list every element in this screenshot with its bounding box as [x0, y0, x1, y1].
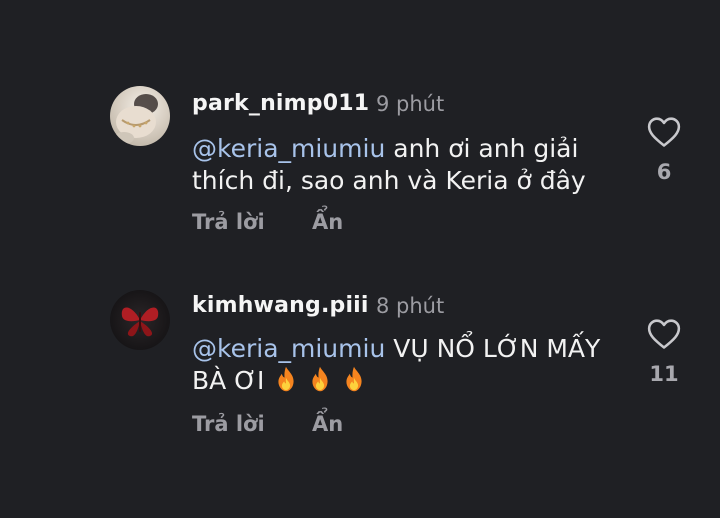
comment-text: @keria_miumiu VỤ NỔ LỚN MẤY BÀ ƠI	[192, 333, 632, 397]
like-control: 6	[646, 116, 682, 184]
heart-icon[interactable]	[647, 318, 681, 350]
fire-emoji-icon	[278, 366, 294, 392]
avatar[interactable]	[110, 86, 170, 146]
fire-emoji-icon	[346, 366, 362, 392]
mention-link[interactable]: @keria_miumiu	[192, 334, 385, 363]
like-count: 6	[656, 160, 672, 184]
username[interactable]: kimhwang.piii	[192, 293, 369, 318]
hide-button[interactable]: Ẩn	[312, 210, 343, 234]
timestamp: 8 phút	[376, 294, 445, 318]
comment-actions: Trả lời Ẩn	[192, 412, 383, 436]
comment-actions: Trả lời Ẩn	[192, 210, 383, 234]
avatar[interactable]	[110, 290, 170, 350]
reply-button[interactable]: Trả lời	[192, 412, 265, 436]
timestamp: 9 phút	[376, 92, 445, 116]
hide-button[interactable]: Ẩn	[312, 412, 343, 436]
comment-item: park_nimp011 9 phút @keria_miumiu anh ơi…	[0, 0, 720, 260]
avatar-red-butterfly	[121, 307, 159, 337]
like-count: 11	[649, 362, 679, 386]
fire-emoji-icon	[312, 366, 328, 392]
comment-text: @keria_miumiu anh ơi anh giải thích đi, …	[192, 133, 632, 197]
heart-icon[interactable]	[647, 116, 681, 148]
emoji-group	[272, 366, 368, 395]
comments-panel: park_nimp011 9 phút @keria_miumiu anh ơi…	[0, 0, 720, 518]
comment-item: kimhwang.piii 8 phút @keria_miumiu VỤ NỔ…	[0, 260, 720, 518]
avatar-photo-light	[114, 94, 158, 144]
reply-button[interactable]: Trả lời	[192, 210, 265, 234]
username[interactable]: park_nimp011	[192, 91, 369, 116]
mention-link[interactable]: @keria_miumiu	[192, 134, 385, 163]
like-control: 11	[646, 318, 682, 386]
